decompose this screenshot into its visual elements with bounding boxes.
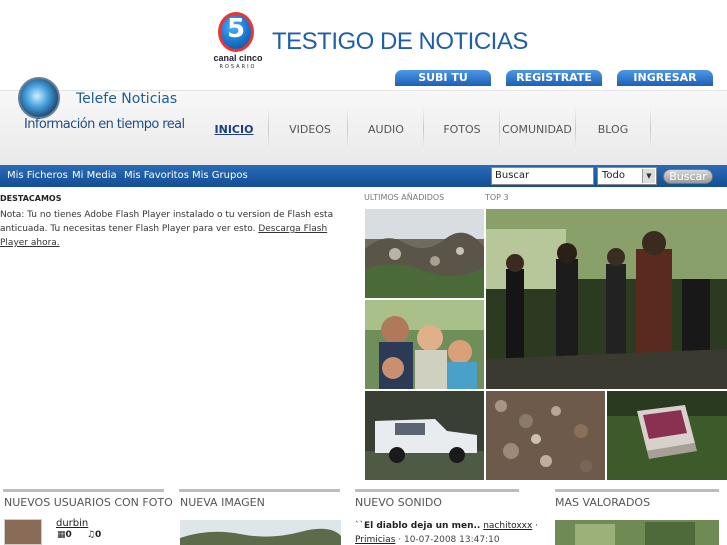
nav-divider [347, 107, 348, 151]
telefe-globe-icon[interactable] [18, 77, 60, 119]
nav-divider [423, 107, 424, 151]
top-rated-heading: MAS VALORADOS [555, 496, 651, 509]
sound-title-link[interactable]: El diablo deja un men.. [364, 521, 480, 531]
video-count: 0 [65, 530, 72, 540]
latest-thumb-garbage[interactable] [365, 209, 484, 298]
link-mis-grupos[interactable]: Mis Grupos [192, 170, 248, 181]
section-divider [355, 489, 519, 492]
new-image-heading: NUEVA IMAGEN [180, 496, 265, 509]
register-button[interactable]: REGISTRATE [506, 70, 602, 86]
new-image-thumb[interactable] [180, 520, 341, 545]
new-sound-heading: NUEVO SONIDO [355, 496, 442, 509]
nav-divider [499, 107, 500, 151]
top3-thumb-crowd[interactable] [486, 209, 727, 389]
top3-thumb-plaque[interactable] [607, 391, 727, 480]
user-stats: ▦0 ♫0 [57, 530, 101, 540]
submit-news-button[interactable]: SUBI TU NOTICIA [395, 70, 491, 100]
section-divider [3, 489, 164, 492]
brand-title: Telefe Noticias [76, 91, 178, 107]
chevron-down-icon[interactable]: ▼ [642, 169, 655, 183]
login-button[interactable]: INGRESAR [617, 70, 713, 86]
sound-author-link[interactable]: nachitoxxx [483, 521, 532, 531]
nav-item-blog[interactable]: BLOG [584, 123, 642, 136]
audio-count: 0 [95, 530, 102, 540]
quote-mark: `` [355, 521, 364, 531]
user-name-link[interactable]: durbin [56, 518, 88, 529]
nav-item-fotos[interactable]: FOTOS [432, 123, 492, 136]
flash-warning: Nota: Tu no tienes Adobe Flash Player in… [0, 208, 356, 250]
music-note-icon: ♫ [86, 530, 95, 540]
sound-category-link[interactable]: Primicias [355, 535, 395, 545]
nav-divider [650, 107, 651, 151]
logo-name: canal cinco [213, 53, 263, 63]
latest-thumb-family[interactable] [365, 300, 484, 389]
nav-item-videos[interactable]: VIDEOS [280, 123, 340, 136]
top-rated-thumb[interactable] [555, 520, 719, 545]
nav-divider [575, 107, 576, 151]
nav-item-inicio[interactable]: INICIO [210, 123, 258, 136]
latest-added-heading: ULTIMOS AÑADIDOS [364, 193, 445, 202]
sound-meta: Primicias · 10-07-2008 13:47:10 [355, 535, 500, 545]
top-header: 5 canal cinco ROSARIO TESTIGO DE NOTICIA… [0, 0, 727, 100]
top3-thumb-rubble[interactable] [486, 391, 605, 480]
subnav-bar: Mis Ficheros Mi Media Mis Favoritos Mis … [0, 165, 727, 187]
film-icon: ▦ [57, 530, 66, 540]
main-navigation: Telefe Noticias Información en tiempo re… [0, 77, 727, 165]
nav-divider [268, 107, 269, 151]
nav-item-audio[interactable]: AUDIO [356, 123, 416, 136]
logo-city: ROSARIO [219, 64, 257, 70]
section-divider [555, 489, 719, 492]
search-button[interactable]: Buscar [663, 169, 713, 184]
nav-item-comunidad[interactable]: COMUNIDAD [502, 123, 572, 136]
site-title: TESTIGO DE NOTICIAS [272, 28, 528, 55]
sound-item: ``El diablo deja un men.. nachitoxxx · [355, 521, 539, 531]
search-filter-select[interactable]: Todo ▼ [597, 167, 657, 185]
top3-heading: TOP 3 [485, 193, 509, 202]
link-mis-favoritos[interactable]: Mis Favoritos [124, 170, 189, 181]
featured-heading: DESTACAMOS [0, 194, 62, 203]
latest-thumb-truck[interactable] [365, 391, 484, 480]
logo-number: 5 [226, 14, 246, 44]
sound-date: 10-07-2008 13:47:10 [403, 535, 500, 545]
link-mi-media[interactable]: Mi Media [72, 170, 117, 181]
avatar[interactable] [4, 519, 42, 545]
link-mis-ficheros[interactable]: Mis Ficheros [7, 170, 68, 181]
filter-selected-value: Todo [602, 170, 625, 181]
section-divider [179, 489, 340, 492]
canal-cinco-logo[interactable]: 5 canal cinco ROSARIO [212, 12, 263, 72]
search-input[interactable]: Buscar [491, 167, 594, 185]
new-users-heading: NUEVOS USUARIOS CON FOTO [4, 496, 173, 509]
brand-tagline: Información en tiempo real [24, 117, 185, 132]
